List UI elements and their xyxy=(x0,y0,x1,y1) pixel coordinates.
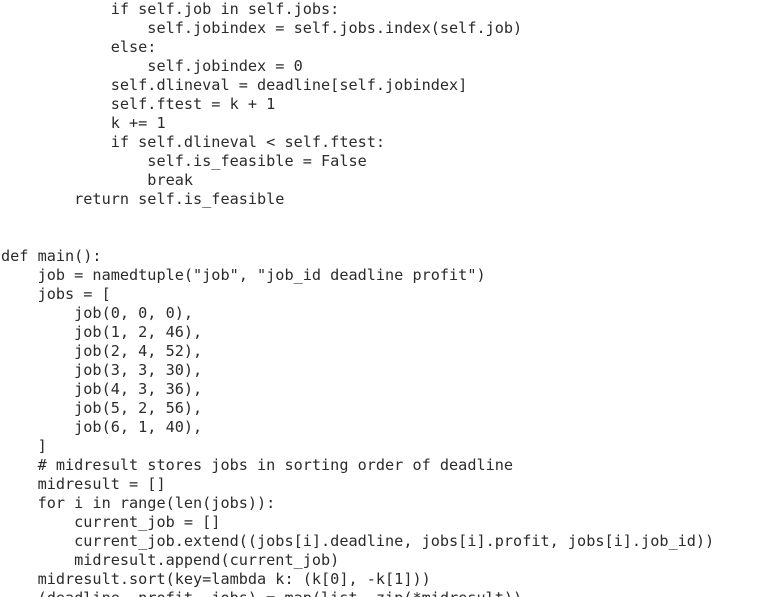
code-line: job = namedtuple("job", "job_id deadline… xyxy=(1,266,486,284)
code-editor[interactable]: if self.job in self.jobs: self.jobindex … xyxy=(0,0,782,597)
code-line: else: xyxy=(1,38,157,56)
code-line: job(3, 3, 30), xyxy=(1,361,203,379)
code-line: # midresult stores jobs in sorting order… xyxy=(1,456,514,474)
code-line: if self.job in self.jobs: xyxy=(1,0,340,18)
code-line: job(5, 2, 56), xyxy=(1,399,203,417)
code-line: job(2, 4, 52), xyxy=(1,342,203,360)
code-line: midresult.append(current_job) xyxy=(1,551,340,569)
code-line: midresult.sort(key=lambda k: (k[0], -k[1… xyxy=(1,570,431,588)
code-line: k += 1 xyxy=(1,114,166,132)
code-line: ] xyxy=(1,437,47,455)
code-line: job(6, 1, 40), xyxy=(1,418,203,436)
code-line: (deadline, profit, jobs) = map(list, zip… xyxy=(1,589,714,597)
code-line: job(0, 0, 0), xyxy=(1,304,194,322)
code-line: self.dlineval = deadline[self.jobindex] xyxy=(1,76,468,94)
code-line: return self.is_feasible xyxy=(1,190,285,208)
code-line: current_job.extend((jobs[i].deadline, jo… xyxy=(1,532,715,550)
code-line: current_job = [] xyxy=(1,513,221,531)
code-line: jobs = [ xyxy=(1,285,111,303)
code-line: for i in range(len(jobs)): xyxy=(1,494,276,512)
code-line: self.jobindex = self.jobs.index(self.job… xyxy=(1,19,523,37)
code-line: if self.dlineval < self.ftest: xyxy=(1,133,386,151)
code-line: job(1, 2, 46), xyxy=(1,323,203,341)
code-line: self.is_feasible = False xyxy=(1,152,367,170)
code-line: break xyxy=(1,171,194,189)
code-block: if self.job in self.jobs: self.jobindex … xyxy=(1,0,714,597)
code-line: self.jobindex = 0 xyxy=(1,57,303,75)
code-line: def main(): xyxy=(1,247,102,265)
code-line: self.ftest = k + 1 xyxy=(1,95,276,113)
code-line: midresult = [] xyxy=(1,475,166,493)
code-line: job(4, 3, 36), xyxy=(1,380,203,398)
